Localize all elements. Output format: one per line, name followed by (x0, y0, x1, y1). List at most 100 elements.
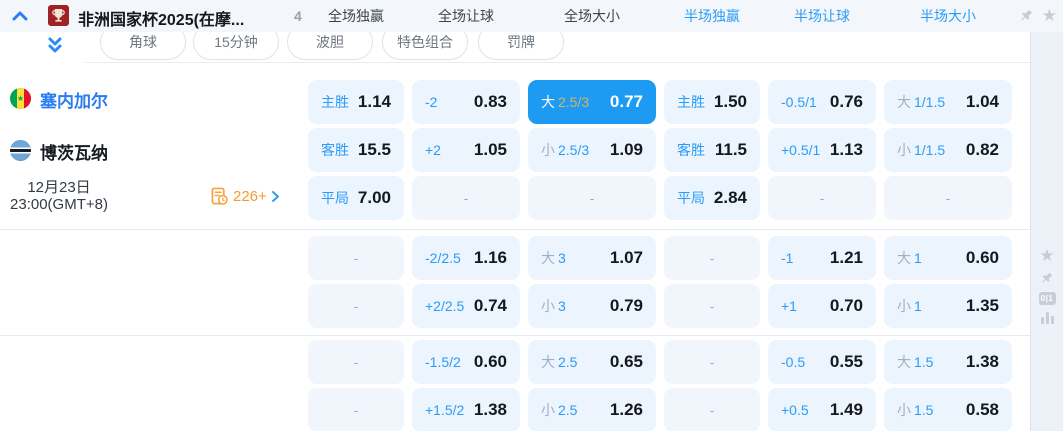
markets-count: 226+ (233, 188, 267, 205)
odds-cell[interactable]: -2/2.5 1.16 (412, 236, 520, 280)
match-time: 23:00(GMT+8) (10, 196, 108, 213)
bet-odds: 0.58 (965, 400, 999, 419)
odds-cell[interactable]: 小 1 1.35 (884, 284, 1012, 328)
pill-correct-score[interactable]: 波胆 (287, 32, 373, 60)
bet-odds: 2.84 (713, 188, 747, 207)
odds-cell[interactable]: 小 3 0.79 (528, 284, 656, 328)
odds-cell[interactable]: +0.5 1.49 (768, 388, 876, 431)
odds-cell[interactable]: 大 2.5/3 0.77 (528, 80, 656, 124)
odds-cell[interactable]: 大 3 1.07 (528, 236, 656, 280)
zero-one-stat-icon[interactable]: 0|1 (1038, 292, 1056, 305)
expand-all-button[interactable] (46, 36, 64, 56)
ou-prefix: 大 (897, 354, 911, 370)
bet-label: 2.5/3 (558, 142, 590, 158)
bet-label: 2.5 (558, 402, 578, 418)
bet-label: -1.5/2 (425, 354, 461, 370)
bet-odds: 1.49 (829, 400, 863, 419)
market-tab-fulltime-overunder[interactable]: 全场大小 (528, 0, 656, 32)
bet-odds: 0.79 (609, 296, 643, 315)
odds-cell[interactable]: +1.5/2 1.38 (412, 388, 520, 431)
odds-cell[interactable]: +0.5/1 1.13 (768, 128, 876, 172)
bet-odds: 1.09 (609, 140, 643, 159)
bet-odds: 0.77 (609, 92, 643, 111)
odds-cell-empty: - (768, 176, 876, 220)
bet-odds: 0.65 (609, 352, 643, 371)
odds-cell[interactable]: 大 1.5 1.38 (884, 340, 1012, 384)
odds-cell[interactable]: 主胜 1.14 (308, 80, 404, 124)
bet-label: -2/2.5 (425, 250, 461, 266)
home-team-name[interactable]: 塞内加尔 (40, 87, 108, 112)
market-tab-halftime-1x2[interactable]: 半场独赢 (664, 0, 760, 32)
ou-prefix: 大 (897, 250, 911, 266)
bet-label: 1.5 (914, 402, 934, 418)
pill-15min[interactable]: 15分钟 (193, 32, 279, 60)
market-tab-fulltime-1x2[interactable]: 全场独赢 (308, 0, 404, 32)
market-tab-halftime-overunder[interactable]: 半场大小 (884, 0, 1012, 32)
bet-odds: 7.00 (357, 188, 391, 207)
subnav-divider (85, 62, 1030, 63)
ou-prefix: 小 (897, 298, 911, 314)
pill-corners[interactable]: 角球 (100, 32, 186, 60)
odds-cell[interactable]: 客胜 15.5 (308, 128, 404, 172)
pill-cards[interactable]: 罚牌 (478, 32, 564, 60)
double-chevron-down-icon (48, 37, 62, 53)
odds-cell[interactable]: 大 1 0.60 (884, 236, 1012, 280)
bet-label: 主胜 (677, 94, 705, 110)
odds-cell[interactable]: -1.5/2 0.60 (412, 340, 520, 384)
odds-cell[interactable]: 主胜 1.50 (664, 80, 760, 124)
pill-special-combo[interactable]: 特色组合 (382, 32, 468, 60)
header-actions: ★ (1019, 7, 1057, 24)
market-tab-fulltime-handicap[interactable]: 全场让球 (412, 0, 520, 32)
odds-cell[interactable]: +1 0.70 (768, 284, 876, 328)
bet-label: 1.5 (914, 354, 934, 370)
bet-label: +2/2.5 (425, 298, 465, 314)
odds-cell-empty: - (308, 340, 404, 384)
bet-label: 1/1.5 (914, 94, 946, 110)
pin-icon[interactable] (1040, 271, 1054, 285)
chevron-up-icon (12, 11, 28, 21)
odds-cell-empty: - (412, 176, 520, 220)
bet-label: -1 (781, 250, 794, 266)
odds-cell[interactable]: -1 1.21 (768, 236, 876, 280)
bet-label: 3 (558, 298, 566, 314)
odds-cell-empty: - (308, 236, 404, 280)
bet-odds: 0.74 (473, 296, 507, 315)
odds-cell[interactable]: 平局 7.00 (308, 176, 404, 220)
league-header: 非洲国家杯2025(在摩... 4 全场独赢 全场让球 全场大小 半场独赢 半场… (0, 0, 1063, 32)
pin-icon[interactable] (1019, 8, 1034, 23)
league-logo (48, 5, 69, 26)
odds-cell[interactable]: 小 1.5 0.58 (884, 388, 1012, 431)
odds-cell[interactable]: +2 1.05 (412, 128, 520, 172)
bet-odds: 1.35 (965, 296, 999, 315)
bet-label: -0.5/1 (781, 94, 817, 110)
bet-label: -2 (425, 94, 438, 110)
odds-cell[interactable]: 大 1/1.5 1.04 (884, 80, 1012, 124)
bet-odds: 1.13 (829, 140, 863, 159)
bet-odds: 1.21 (829, 248, 863, 267)
odds-cell[interactable]: -0.5/1 0.76 (768, 80, 876, 124)
favorite-star-icon[interactable]: ★ (1039, 247, 1054, 264)
odds-cell[interactable]: +2/2.5 0.74 (412, 284, 520, 328)
odds-cell-empty: - (664, 388, 760, 431)
bet-odds: 1.04 (965, 92, 999, 111)
odds-list-icon (211, 187, 228, 205)
bet-odds: 1.05 (473, 140, 507, 159)
more-markets-link[interactable]: 226+ (210, 187, 280, 206)
odds-cell[interactable]: -0.5 0.55 (768, 340, 876, 384)
away-team-flag-botswana (10, 140, 31, 161)
league-title: 非洲国家杯2025(在摩... (78, 12, 245, 29)
odds-cell[interactable]: 小 2.5 1.26 (528, 388, 656, 431)
bet-label: 平局 (321, 190, 349, 206)
odds-cell[interactable]: 客胜 11.5 (664, 128, 760, 172)
market-tab-halftime-handicap[interactable]: 半场让球 (768, 0, 876, 32)
bar-chart-icon[interactable] (1040, 312, 1054, 324)
bet-label: 1 (914, 298, 922, 314)
favorite-star-icon[interactable]: ★ (1042, 7, 1057, 24)
odds-cell[interactable]: -2 0.83 (412, 80, 520, 124)
odds-cell[interactable]: 平局 2.84 (664, 176, 760, 220)
chevron-right-icon (271, 191, 279, 202)
collapse-league-button[interactable] (10, 8, 30, 24)
odds-cell[interactable]: 小 1/1.5 0.82 (884, 128, 1012, 172)
odds-cell[interactable]: 大 2.5 0.65 (528, 340, 656, 384)
odds-cell[interactable]: 小 2.5/3 1.09 (528, 128, 656, 172)
